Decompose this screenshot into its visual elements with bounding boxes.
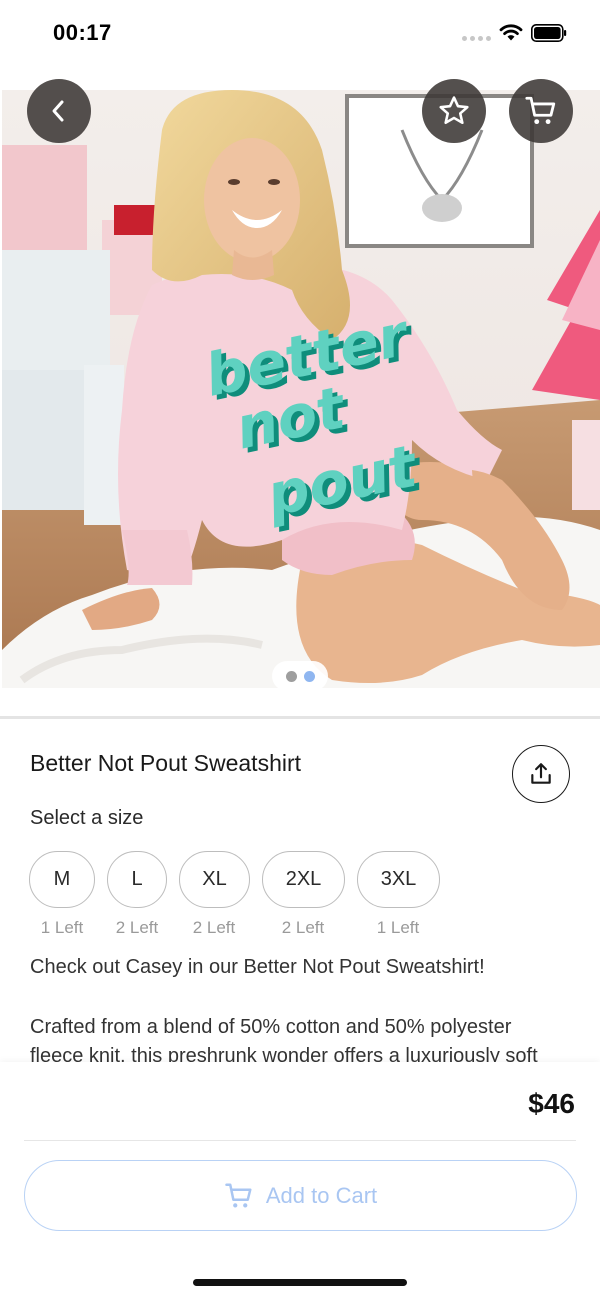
image-pager[interactable] bbox=[272, 661, 328, 691]
size-option-2xl[interactable]: 2XL bbox=[262, 851, 345, 908]
checkout-divider bbox=[24, 1140, 576, 1141]
favorite-button[interactable] bbox=[422, 79, 486, 143]
size-stock-xl: 2 Left bbox=[192, 918, 236, 937]
product-price: $46 bbox=[528, 1088, 575, 1119]
size-stock-l: 2 Left bbox=[115, 918, 159, 937]
pager-dot-2-active[interactable] bbox=[303, 670, 315, 682]
size-option-xl[interactable]: XL bbox=[179, 851, 250, 908]
size-option-m[interactable]: M bbox=[29, 851, 95, 908]
select-size-label: Select a size bbox=[30, 807, 144, 829]
add-to-cart-button[interactable]: Add to Cart bbox=[24, 1160, 577, 1231]
chevron-left-icon bbox=[52, 100, 64, 122]
status-bar: 00:17 bbox=[0, 0, 600, 66]
cart-button[interactable] bbox=[509, 79, 573, 143]
size-option-3xl[interactable]: 3XL bbox=[357, 851, 440, 908]
product-title: Better Not Pout Sweatshirt bbox=[30, 750, 302, 776]
battery-icon bbox=[531, 24, 567, 42]
home-indicator[interactable] bbox=[193, 1279, 407, 1286]
size-stock-2xl: 2 Left bbox=[281, 918, 325, 937]
pager-dot-1[interactable] bbox=[285, 670, 297, 682]
cart-icon bbox=[525, 96, 556, 125]
size-option-l[interactable]: L bbox=[107, 851, 167, 908]
cart-icon bbox=[225, 1183, 252, 1207]
product-photo-illustration: better better not not pout pout bbox=[2, 90, 600, 688]
wifi-icon bbox=[499, 24, 523, 41]
status-time: 00:17 bbox=[53, 20, 112, 45]
section-divider bbox=[0, 716, 600, 719]
share-button[interactable] bbox=[512, 745, 570, 803]
description-line-2: Crafted from a blend of 50% cotton and 5… bbox=[30, 1016, 512, 1038]
cellular-signal-icon bbox=[462, 36, 491, 41]
size-stock-3xl: 1 Left bbox=[376, 918, 420, 937]
star-icon bbox=[439, 96, 469, 125]
add-to-cart-label: Add to Cart bbox=[265, 1182, 378, 1208]
share-icon bbox=[531, 763, 551, 784]
description-line-1: Check out Casey in our Better Not Pout S… bbox=[30, 956, 485, 978]
size-stock-m: 1 Left bbox=[40, 918, 84, 937]
back-button[interactable] bbox=[27, 79, 91, 143]
product-image[interactable]: better better not not pout pout bbox=[2, 90, 600, 688]
